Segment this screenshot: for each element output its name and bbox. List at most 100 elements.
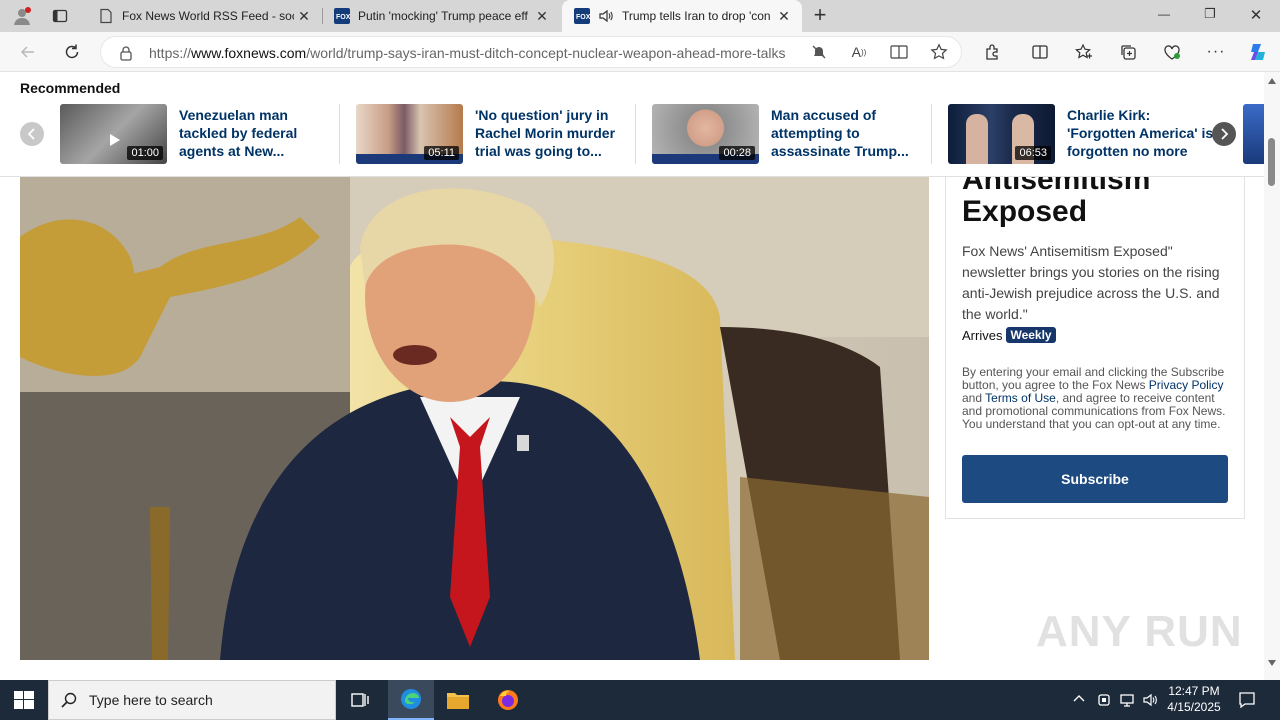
- edge-taskbar-icon[interactable]: [388, 680, 434, 720]
- recommended-bar: Recommended 01:00 Venezuelan man tackled…: [0, 72, 1264, 177]
- video-thumbnail[interactable]: 06:53: [948, 104, 1055, 164]
- scroll-up-arrow-icon[interactable]: [1268, 78, 1276, 84]
- refresh-icon[interactable]: [60, 40, 84, 64]
- divider: [635, 104, 636, 164]
- foxnews-favicon-icon: FOX: [334, 8, 351, 24]
- recommended-item[interactable]: 00:28 Man accused of attempting to assas…: [652, 104, 922, 164]
- url-scheme: https://: [149, 45, 192, 61]
- windows-start-icon[interactable]: [14, 691, 34, 709]
- url-path: /world/trump-says-iran-must-ditch-concep…: [306, 45, 786, 61]
- notifications-icon[interactable]: [1238, 691, 1256, 709]
- windows-taskbar: Type here to search 12:47 PM 4/15/2025: [0, 680, 1280, 720]
- newsletter-card: Antisemitism Exposed Fox News' Antisemit…: [945, 162, 1245, 519]
- foxnews-favicon-icon: FOX: [574, 8, 591, 24]
- play-icon: [110, 134, 120, 146]
- volume-icon[interactable]: [1142, 692, 1160, 708]
- url-host: www.foxnews.com: [191, 45, 307, 61]
- show-hidden-icons-chevron-icon[interactable]: [1072, 692, 1086, 706]
- recommended-title: Recommended: [20, 80, 121, 96]
- close-tab-icon[interactable]: ✕: [532, 6, 552, 26]
- tab-putin-article[interactable]: FOX Putin 'mocking' Trump peace eff ✕: [322, 0, 560, 32]
- carousel-prev-button[interactable]: [20, 122, 44, 146]
- tab-actions-icon[interactable]: [52, 8, 68, 24]
- recommended-item[interactable]: 06:53 Charlie Kirk: 'Forgotten America' …: [948, 104, 1218, 164]
- tab-title: Fox News World RSS Feed - socc: [122, 9, 294, 23]
- carousel-next-button[interactable]: [1212, 122, 1236, 146]
- split-screen-icon[interactable]: [1028, 40, 1052, 64]
- url-text[interactable]: https://www.foxnews.com/world/trump-says…: [149, 45, 785, 61]
- taskbar-search-box[interactable]: Type here to search: [48, 680, 336, 720]
- more-options-icon[interactable]: ···: [1204, 40, 1228, 64]
- recommended-headline[interactable]: 'No question' jury in Rachel Morin murde…: [475, 106, 625, 160]
- document-icon: [98, 8, 114, 24]
- page-scrollbar[interactable]: [1264, 72, 1280, 680]
- recommended-item[interactable]: 01:00 Venezuelan man tackled by federal …: [60, 104, 330, 164]
- recommended-headline[interactable]: Man accused of attempting to assassinate…: [771, 106, 921, 160]
- system-clock[interactable]: 12:47 PM 4/15/2025: [1160, 683, 1228, 715]
- video-thumbnail[interactable]: 05:11: [356, 104, 463, 164]
- profile-icon[interactable]: [12, 6, 32, 26]
- divider: [339, 104, 340, 164]
- speaker-icon[interactable]: [598, 8, 614, 24]
- partial-thumbnail[interactable]: [1243, 104, 1264, 164]
- divider: [931, 104, 932, 164]
- video-duration: 06:53: [1015, 146, 1051, 160]
- extensions-icon[interactable]: [980, 40, 1004, 64]
- legal-and: and: [962, 391, 986, 405]
- tab-trump-iran-article[interactable]: FOX Trump tells Iran to drop 'con ✕: [562, 0, 802, 32]
- hero-photo: [20, 177, 929, 660]
- lock-icon[interactable]: [119, 45, 133, 61]
- svg-text:FOX: FOX: [576, 14, 590, 21]
- tab-strip: Fox News World RSS Feed - socc ✕ FOX Put…: [0, 0, 1280, 32]
- terms-of-use-link[interactable]: Terms of Use: [985, 391, 1056, 405]
- browser-toolbar: https://www.foxnews.com/world/trump-says…: [0, 32, 1280, 72]
- immersive-reader-icon[interactable]: [887, 40, 911, 64]
- recommended-headline[interactable]: Charlie Kirk: 'Forgotten America' is for…: [1067, 106, 1217, 160]
- favorite-star-icon[interactable]: [927, 40, 951, 64]
- tab-title: Putin 'mocking' Trump peace eff: [358, 9, 528, 23]
- scrollbar-thumb[interactable]: [1268, 138, 1275, 186]
- privacy-policy-link[interactable]: Privacy Policy: [1149, 378, 1224, 392]
- newsletter-legal-text: By entering your email and clicking the …: [962, 366, 1232, 431]
- video-duration: 01:00: [127, 146, 163, 160]
- video-thumbnail[interactable]: 00:28: [652, 104, 759, 164]
- scroll-down-arrow-icon[interactable]: [1268, 660, 1276, 666]
- tab-title: Trump tells Iran to drop 'con: [622, 9, 771, 23]
- close-tab-icon[interactable]: ✕: [294, 6, 314, 26]
- back-arrow-icon[interactable]: [16, 40, 40, 64]
- collections-icon[interactable]: [1116, 40, 1140, 64]
- svg-text:FOX: FOX: [336, 14, 350, 21]
- address-bar[interactable]: https://www.foxnews.com/world/trump-says…: [100, 36, 962, 68]
- arrives-label: Arrives: [962, 327, 1003, 343]
- search-icon: [61, 692, 77, 708]
- new-tab-button[interactable]: +: [808, 4, 832, 28]
- video-duration: 00:28: [719, 146, 755, 160]
- person-silhouette: [966, 114, 988, 164]
- close-window-button[interactable]: ✕: [1242, 6, 1270, 24]
- recommended-headline[interactable]: Venezuelan man tackled by federal agents…: [179, 106, 329, 160]
- close-tab-icon[interactable]: ✕: [774, 6, 794, 26]
- web-page: Recommended 01:00 Venezuelan man tackled…: [0, 72, 1264, 680]
- frequency-badge: Weekly: [1006, 327, 1056, 343]
- recommended-item[interactable]: 05:11 'No question' jury in Rachel Morin…: [356, 104, 626, 164]
- tracking-blocked-icon[interactable]: [807, 40, 831, 64]
- subscribe-button[interactable]: Subscribe: [962, 455, 1228, 503]
- article-hero-image[interactable]: [20, 177, 929, 660]
- tab-rss-feed[interactable]: Fox News World RSS Feed - socc ✕: [86, 0, 323, 32]
- anyrun-watermark: ANY RUN: [1036, 607, 1243, 656]
- minimize-button[interactable]: —: [1150, 7, 1178, 21]
- favorites-icon[interactable]: [1072, 40, 1096, 64]
- security-tray-icon[interactable]: [1096, 692, 1112, 708]
- newsletter-title-line2: Exposed: [962, 195, 1088, 228]
- network-icon[interactable]: [1119, 692, 1135, 708]
- file-explorer-icon[interactable]: [446, 689, 470, 711]
- read-aloud-icon[interactable]: A)): [847, 40, 871, 64]
- copilot-icon[interactable]: [1246, 40, 1270, 64]
- browser-essentials-icon[interactable]: [1160, 40, 1184, 64]
- newsletter-frequency: Arrives Weekly: [962, 327, 1056, 343]
- video-thumbnail[interactable]: 01:00: [60, 104, 167, 164]
- task-view-icon[interactable]: [350, 691, 370, 709]
- newsletter-description: Fox News' Antisemitism Exposed" newslett…: [962, 243, 1220, 322]
- restore-button[interactable]: ❐: [1196, 6, 1224, 22]
- firefox-icon[interactable]: [496, 688, 520, 712]
